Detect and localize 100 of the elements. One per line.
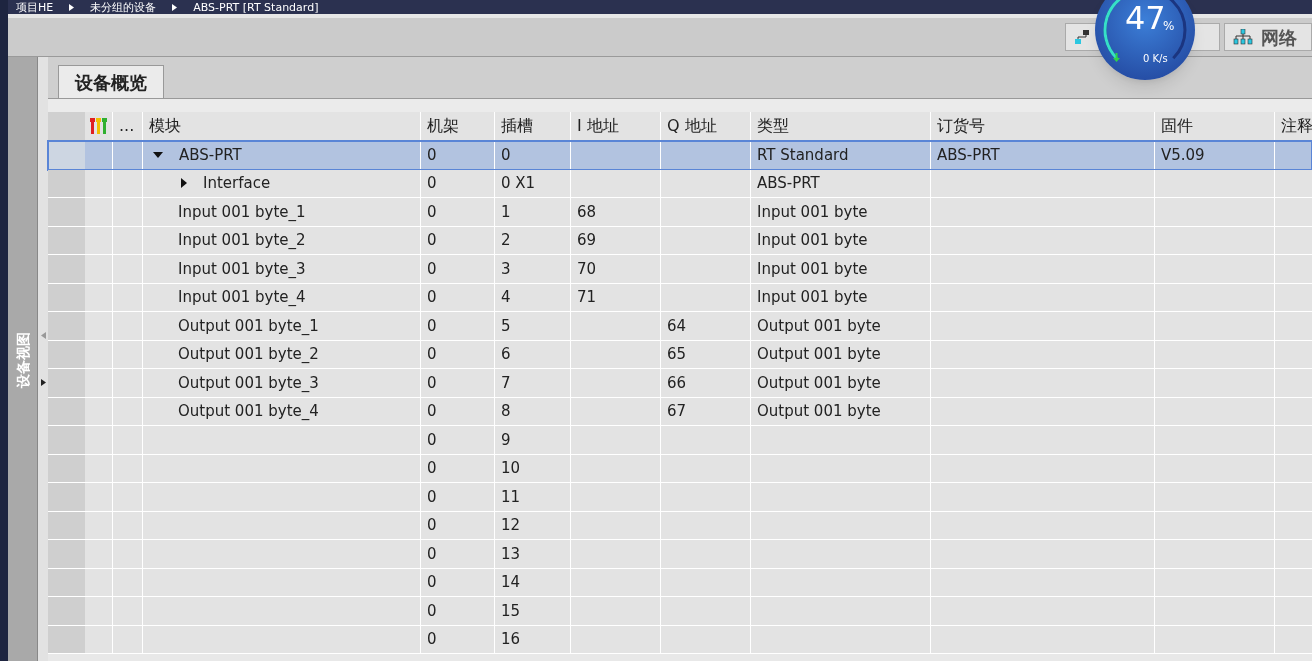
- i-address-cell: 71: [571, 283, 661, 311]
- table-row[interactable]: Output 001 byte_4 0 8 67 Output 001 byte: [48, 397, 1312, 426]
- module-cell: Input 001 byte_4: [143, 283, 421, 311]
- row-header[interactable]: [48, 625, 85, 653]
- rack-cell: 0: [421, 369, 495, 397]
- view-button[interactable]: 网络: [1224, 23, 1312, 51]
- tab[interactable]: 设备概览: [58, 65, 164, 98]
- slot-cell: 5: [495, 312, 571, 340]
- row-header[interactable]: [48, 198, 85, 226]
- i-address-cell: 69: [571, 226, 661, 254]
- i-address-cell: 70: [571, 255, 661, 283]
- type-cell: Output 001 byte: [751, 340, 931, 368]
- type-cell: Input 001 byte: [751, 283, 931, 311]
- table-row[interactable]: 0 13: [48, 540, 1312, 569]
- table-row[interactable]: 0 10: [48, 454, 1312, 483]
- slot-cell: 16: [495, 625, 571, 653]
- row-header[interactable]: [48, 540, 85, 568]
- slot-cell: 7: [495, 369, 571, 397]
- type-cell: Input 001 byte: [751, 198, 931, 226]
- rack-cell: 0: [421, 597, 495, 625]
- type-cell: Input 001 byte: [751, 255, 931, 283]
- row-header[interactable]: [48, 312, 85, 340]
- collapse-left-icon[interactable]: [40, 332, 46, 339]
- table-row[interactable]: Output 001 byte_3 0 7 66 Output 001 byte: [48, 369, 1312, 398]
- breadcrumb-item[interactable]: 未分组的设备: [90, 0, 157, 14]
- rack-cell: 0: [421, 198, 495, 226]
- breadcrumb-item[interactable]: ABS-PRT [RT Standard]: [193, 0, 319, 14]
- slot-cell: 4: [495, 283, 571, 311]
- slot-cell: 0 X1: [495, 169, 571, 197]
- table-row[interactable]: Input 001 byte_1 0 1 68 Input 001 byte: [48, 198, 1312, 227]
- type-cell: ABS-PRT: [751, 169, 931, 197]
- slot-cell: 15: [495, 597, 571, 625]
- row-header[interactable]: [48, 483, 85, 511]
- row-header[interactable]: [48, 340, 85, 368]
- row-header[interactable]: [48, 426, 85, 454]
- slot-cell: 2: [495, 226, 571, 254]
- collapse-icon[interactable]: [153, 151, 163, 158]
- slot-cell: 14: [495, 568, 571, 596]
- table-row[interactable]: 0 12: [48, 511, 1312, 540]
- rack-cell: 0: [421, 397, 495, 425]
- slot-cell: 6: [495, 340, 571, 368]
- download-arrow-icon: [1113, 53, 1120, 62]
- tools-icon: [88, 117, 109, 135]
- module-cell: Output 001 byte_4: [143, 397, 421, 425]
- row-header[interactable]: [48, 283, 85, 311]
- module-cell: Output 001 byte_2: [143, 340, 421, 368]
- q-address-cell: 65: [661, 340, 751, 368]
- module-cell: Input 001 byte_2: [143, 226, 421, 254]
- table-row[interactable]: 0 16: [48, 625, 1312, 654]
- table-row[interactable]: 0 11: [48, 483, 1312, 512]
- module-cell: Input 001 byte_3: [143, 255, 421, 283]
- table-row[interactable]: ABS-PRT 0 0 RT Standard ABS-PRT V5.09: [48, 141, 1312, 170]
- table-row[interactable]: Output 001 byte_2 0 6 65 Output 001 byte: [48, 340, 1312, 369]
- q-address-cell: 67: [661, 397, 751, 425]
- row-header[interactable]: [48, 511, 85, 539]
- expand-right-icon[interactable]: [40, 379, 46, 386]
- chevron-icon: [69, 3, 75, 11]
- module-cell: Output 001 byte_3: [143, 369, 421, 397]
- rack-cell: 0: [421, 426, 495, 454]
- rack-cell: 0: [421, 568, 495, 596]
- rack-cell: 0: [421, 511, 495, 539]
- table-row[interactable]: Interface 0 0 X1 ABS-PRT: [48, 169, 1312, 198]
- row-header[interactable]: [48, 255, 85, 283]
- row-header[interactable]: [48, 169, 85, 197]
- rack-cell: 0: [421, 312, 495, 340]
- transfer-rate: 0 K/s: [1143, 54, 1168, 64]
- table-row[interactable]: Input 001 byte_4 0 4 71 Input 001 byte: [48, 283, 1312, 312]
- type-cell: Output 001 byte: [751, 369, 931, 397]
- table-row[interactable]: Input 001 byte_3 0 3 70 Input 001 byte: [48, 255, 1312, 284]
- table-row[interactable]: 0 14: [48, 568, 1312, 597]
- table-row[interactable]: 0 9: [48, 426, 1312, 455]
- rack-cell: 0: [421, 540, 495, 568]
- rack-cell: 0: [421, 625, 495, 653]
- type-cell: Input 001 byte: [751, 226, 931, 254]
- row-header[interactable]: [48, 568, 85, 596]
- module-cell: Input 001 byte_1: [143, 198, 421, 226]
- breadcrumb-item[interactable]: 项目HE: [16, 0, 54, 14]
- rack-cell: 0: [421, 169, 495, 197]
- q-address-cell: 64: [661, 312, 751, 340]
- slot-cell: 9: [495, 426, 571, 454]
- rack-cell: 0: [421, 283, 495, 311]
- table-row[interactable]: 0 15: [48, 597, 1312, 626]
- table-row[interactable]: Output 001 byte_1 0 5 64 Output 001 byte: [48, 312, 1312, 341]
- corner-header: [48, 112, 85, 140]
- type-cell: Output 001 byte: [751, 312, 931, 340]
- expand-icon[interactable]: [181, 178, 187, 189]
- slot-cell: 11: [495, 483, 571, 511]
- module-cell: Output 001 byte_1: [143, 312, 421, 340]
- row-header[interactable]: [48, 141, 85, 169]
- row-header[interactable]: [48, 226, 85, 254]
- rack-cell: 0: [421, 483, 495, 511]
- row-header[interactable]: [48, 597, 85, 625]
- row-header[interactable]: [48, 397, 85, 425]
- type-cell: Output 001 byte: [751, 397, 931, 425]
- chevron-icon: [172, 3, 178, 11]
- table-row[interactable]: Input 001 byte_2 0 2 69 Input 001 byte: [48, 226, 1312, 255]
- slot-cell: 12: [495, 511, 571, 539]
- rack-cell: 0: [421, 340, 495, 368]
- rack-cell: 0: [421, 226, 495, 254]
- row-header[interactable]: [48, 454, 85, 482]
